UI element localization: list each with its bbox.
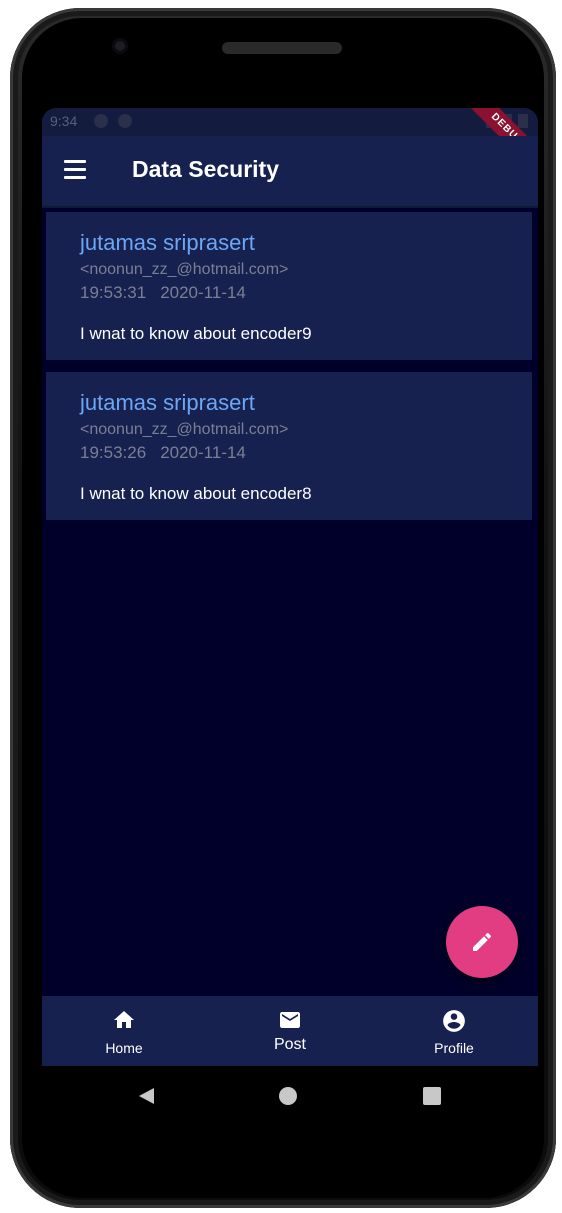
- system-nav-bar: [42, 1066, 538, 1130]
- message-card[interactable]: jutamas sriprasert <noonun_zz_@hotmail.c…: [46, 212, 532, 360]
- nav-item-home[interactable]: Home: [64, 996, 184, 1066]
- notification-icon: [94, 114, 108, 128]
- notification-icon: [118, 114, 132, 128]
- nav-item-profile[interactable]: Profile: [394, 996, 514, 1066]
- message-email: <noonun_zz_@hotmail.com>: [80, 261, 289, 278]
- message-time: 19:53:26: [80, 443, 147, 462]
- message-timestamp: 19:53:26 2020-11-14: [80, 443, 246, 463]
- message-email: <noonun_zz_@hotmail.com>: [80, 421, 289, 438]
- menu-icon[interactable]: [64, 160, 88, 182]
- message-body: I wnat to know about encoder9: [80, 324, 312, 343]
- message-date: 2020-11-14: [160, 283, 246, 302]
- message-time: 19:53:31: [80, 283, 147, 302]
- account-circle-icon: [443, 1010, 465, 1032]
- pencil-icon: [473, 932, 492, 951]
- nav-label-post: Post: [273, 1036, 306, 1053]
- message-timestamp: 19:53:31 2020-11-14: [80, 283, 246, 303]
- app-screen: 9:34 DEBUG Data Security jutamas sripras…: [42, 108, 538, 1066]
- message-sender: jutamas sriprasert: [80, 230, 255, 255]
- message-body: I wnat to know about encoder8: [80, 484, 312, 503]
- status-bar: 9:34 DEBUG: [42, 108, 538, 176]
- message-list: jutamas sriprasert <noonun_zz_@hotmail.c…: [46, 212, 534, 532]
- message-date: 2020-11-14: [160, 443, 246, 462]
- nav-label-home: Home: [105, 1040, 143, 1056]
- back-icon[interactable]: [136, 1086, 156, 1106]
- page-title: Data Security: [132, 156, 280, 182]
- earpiece-speaker: [222, 42, 342, 54]
- home-circle-icon[interactable]: [278, 1086, 298, 1106]
- nav-label-profile: Profile: [434, 1040, 474, 1056]
- bottom-nav: Home Post Profile: [42, 996, 538, 1066]
- recents-square-icon[interactable]: [422, 1086, 442, 1106]
- compose-button[interactable]: [446, 906, 518, 978]
- battery-icon: [518, 114, 528, 128]
- message-sender: jutamas sriprasert: [80, 390, 255, 415]
- front-camera: [112, 38, 128, 54]
- nav-item-post[interactable]: Post: [230, 996, 350, 1066]
- mail-icon: [280, 1012, 300, 1028]
- app-bar: Data Security: [42, 136, 538, 208]
- message-card[interactable]: jutamas sriprasert <noonun_zz_@hotmail.c…: [46, 372, 532, 520]
- home-icon: [114, 1011, 134, 1028]
- status-time: 9:34: [50, 113, 78, 129]
